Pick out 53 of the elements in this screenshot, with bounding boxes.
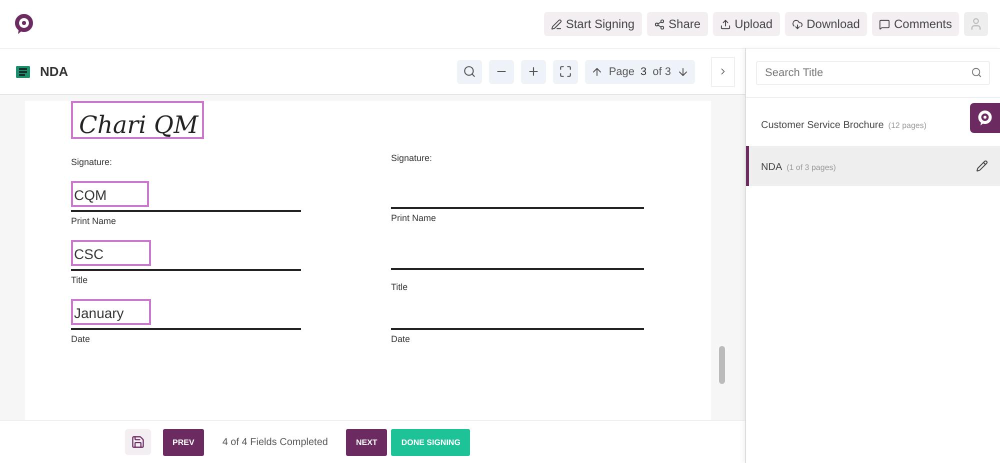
fullscreen-icon <box>558 65 572 78</box>
fullscreen-button[interactable] <box>552 60 578 84</box>
comments-icon <box>878 18 890 30</box>
prev-button[interactable]: PREV <box>162 428 204 456</box>
field-label: Date <box>71 334 92 344</box>
page-count: (12 pages) <box>888 121 927 130</box>
plus-icon <box>526 65 540 78</box>
page-number: 3 <box>640 66 647 78</box>
toolbar-button[interactable]: Start Signing <box>544 12 642 36</box>
field-label: Title <box>391 282 409 292</box>
search-button[interactable] <box>456 60 482 84</box>
search-icon <box>462 65 476 78</box>
document-title: NDA <box>40 64 70 79</box>
field-label: Title <box>71 275 89 285</box>
field-label: Signature: <box>71 157 114 167</box>
up-arrow-icon[interactable] <box>590 66 603 78</box>
progress-status: 4 of 4 Fields Completed <box>222 436 328 448</box>
page-total: of 3 <box>652 66 671 78</box>
page-navigator[interactable]: Page 3 of 3 <box>584 60 695 84</box>
document-item[interactable]: Customer Service Brochure (12 pages) <box>746 102 1000 146</box>
field-label: Date <box>391 334 412 344</box>
search-icon <box>971 67 982 78</box>
field-label: Print Name <box>391 213 438 223</box>
text-field[interactable]: January <box>71 299 151 325</box>
upload-icon <box>720 18 731 30</box>
next-button[interactable]: NEXT <box>346 428 388 456</box>
signature-field[interactable]: Chari QM <box>71 101 204 139</box>
save-icon <box>130 435 145 449</box>
text-field[interactable]: CSC <box>71 240 151 266</box>
download-icon <box>792 18 803 30</box>
sign-icon <box>550 18 562 30</box>
document-icon <box>16 66 30 78</box>
search-field[interactable]: Search Title <box>756 61 990 85</box>
document-item[interactable]: NDA (1 of 3 pages) <box>746 146 1000 186</box>
text-field[interactable]: CQM <box>71 181 149 207</box>
zoom-in-button[interactable] <box>520 60 546 84</box>
toolbar-button[interactable]: Share <box>646 12 708 36</box>
save-button[interactable] <box>124 429 151 455</box>
toolbar-button[interactable]: Comments <box>872 12 959 36</box>
field-label: Signature: <box>391 153 434 163</box>
down-arrow-icon[interactable] <box>677 66 689 78</box>
document-name: NDA <box>761 162 782 173</box>
page-label: Page <box>608 66 635 78</box>
document-name: Customer Service Brochure <box>761 120 884 131</box>
field-label: Print Name <box>71 216 118 226</box>
share-icon <box>654 18 665 30</box>
app-badge[interactable] <box>970 103 1000 133</box>
page-count: (1 of 3 pages) <box>786 163 836 172</box>
edit-icon[interactable] <box>976 160 988 172</box>
toolbar-button[interactable]: Download <box>784 12 867 36</box>
logo-icon <box>12 12 36 36</box>
scrollbar-thumb[interactable] <box>719 346 725 384</box>
toolbar-button[interactable]: Upload <box>712 12 780 36</box>
